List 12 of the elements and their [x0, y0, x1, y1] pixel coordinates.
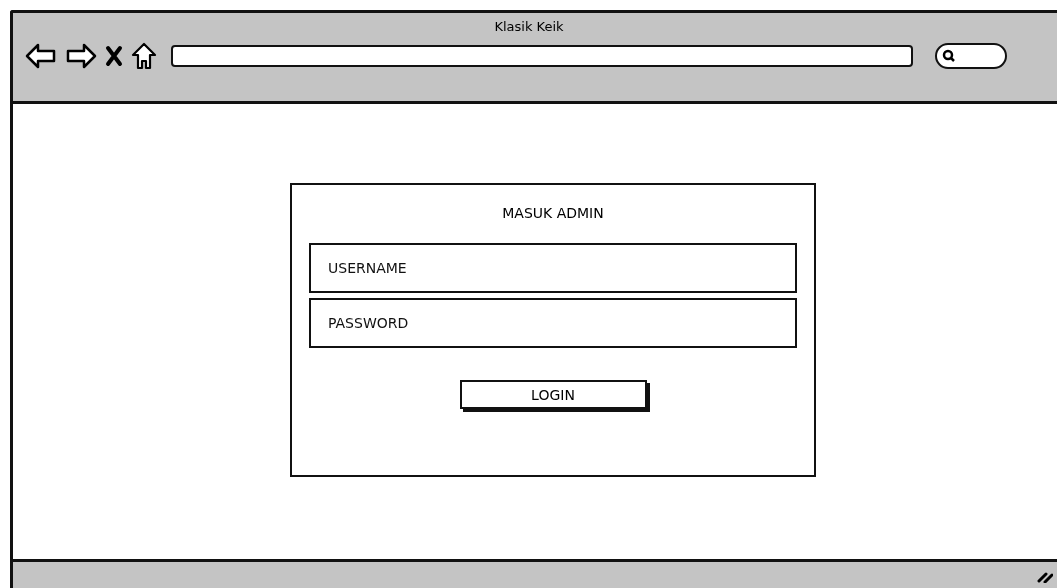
search-field[interactable]: [935, 43, 1007, 69]
login-title: MASUK ADMIN: [502, 205, 604, 221]
input-field[interactable]: USERNAME: [309, 243, 797, 293]
back-icon[interactable]: [25, 43, 57, 69]
login-button[interactable]: LOGIN: [459, 380, 647, 409]
address-bar[interactable]: [171, 45, 913, 67]
forward-icon[interactable]: [65, 43, 97, 69]
window-title: Klasik Keik: [494, 19, 564, 34]
input-field[interactable]: PASSWORD: [309, 298, 797, 348]
home-icon[interactable]: [131, 42, 157, 70]
search-icon: [942, 49, 956, 63]
close-icon[interactable]: [105, 45, 123, 67]
